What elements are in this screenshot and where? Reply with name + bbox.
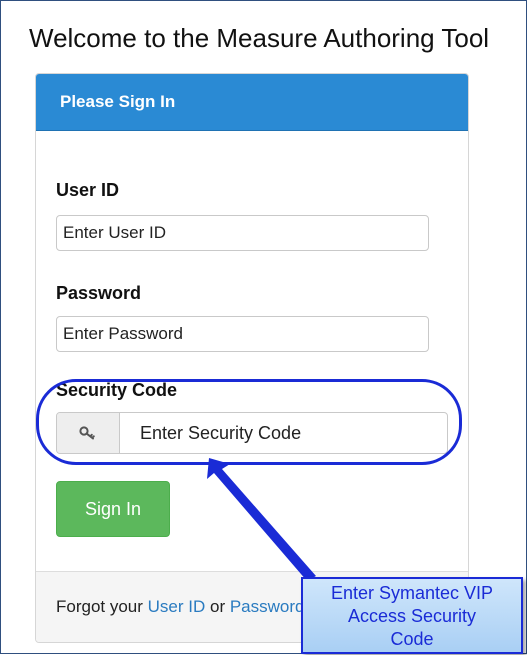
password-label: Password — [56, 283, 142, 303]
key-icon — [57, 413, 120, 453]
panel-heading: Please Sign In — [36, 74, 468, 131]
callout-line-2: Access Security — [347, 606, 477, 626]
sign-in-button[interactable]: Sign In — [56, 481, 170, 537]
password-input[interactable]: Enter Password — [56, 316, 429, 352]
forgot-or-text: or — [205, 597, 230, 616]
user-id-label: User ID — [56, 180, 120, 200]
forgot-prefix: Forgot your — [56, 597, 148, 616]
page-title: Welcome to the Measure Authoring Tool — [29, 23, 490, 53]
callout-note: Enter Symantec VIP Access Security Code — [301, 577, 523, 654]
screenshot-frame: Welcome to the Measure Authoring Tool Pl… — [0, 0, 527, 654]
security-code-label: Security Code — [56, 380, 178, 400]
security-code-input[interactable]: Enter Security Code — [120, 413, 447, 453]
security-code-group: Enter Security Code — [56, 412, 448, 454]
callout-line-3: Code — [390, 629, 434, 649]
forgot-user-id-link[interactable]: User ID — [148, 597, 206, 617]
sign-in-panel: Please Sign In User ID Enter User ID Pas… — [35, 73, 469, 643]
callout-line-1: Enter Symantec VIP — [330, 583, 494, 603]
user-id-input[interactable]: Enter User ID — [56, 215, 429, 251]
